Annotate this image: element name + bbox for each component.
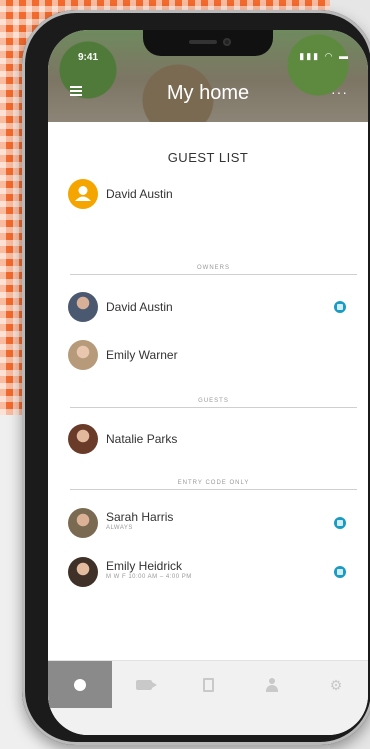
owner-name: David Austin — [106, 300, 173, 314]
entry-schedule: M W F 10:00 AM – 4:00 PM — [106, 574, 192, 580]
home-dot-icon — [74, 679, 86, 691]
guest-list-title: GUEST LIST — [167, 150, 249, 165]
entry-name: Emily Heidrick — [106, 559, 183, 573]
notch — [143, 30, 273, 56]
home-indicator — [48, 708, 368, 735]
more-icon[interactable]: ··· — [331, 84, 348, 100]
phone-screen: 9:41 ▮▮▮ ◠ ▬ My home ··· GUEST LIST Davi… — [48, 30, 368, 735]
entry-name: Sarah Harris — [106, 510, 174, 524]
entry-row[interactable]: Emily Heidrick M W F 10:00 AM – 4:00 PM — [68, 557, 348, 587]
entry-code-label: ENTRY CODE ONLY — [177, 480, 250, 486]
avatar — [68, 557, 98, 587]
video-camera-icon — [136, 680, 157, 690]
owner-name: Emily Warner — [106, 348, 178, 362]
entry-schedule: ALWAYS — [106, 525, 133, 531]
avatar — [68, 508, 98, 538]
tab-home[interactable] — [48, 661, 112, 709]
guest-list-icon — [265, 678, 279, 692]
message-badge-icon[interactable] — [334, 517, 346, 529]
tab-settings[interactable]: ⚙ — [304, 661, 368, 709]
history-icon — [202, 678, 214, 692]
owner-row[interactable]: Emily Warner — [68, 340, 348, 370]
message-badge-icon[interactable] — [334, 566, 346, 578]
tab-video[interactable] — [112, 661, 176, 709]
avatar — [68, 292, 98, 322]
message-badge-icon[interactable] — [334, 301, 346, 313]
owner-row[interactable]: David Austin — [68, 292, 348, 322]
status-time: 9:41 — [78, 52, 99, 63]
gear-icon: ⚙ — [329, 676, 343, 693]
tab-history[interactable] — [176, 661, 240, 709]
owners-label: OWNERS — [197, 265, 230, 271]
primary-user-row[interactable]: David Austin — [68, 179, 348, 209]
entry-row[interactable]: Sarah Harris ALWAYS — [68, 508, 348, 538]
avatar — [68, 424, 98, 454]
primary-user-name: David Austin — [106, 187, 173, 201]
user-icon — [68, 179, 98, 209]
speaker — [189, 40, 217, 44]
page-title: My home — [166, 82, 250, 104]
guest-row[interactable]: Natalie Parks — [68, 424, 348, 454]
status-icons: ▮▮▮ ◠ ▬ — [299, 51, 350, 61]
owners-divider — [70, 274, 357, 275]
entry-code-divider — [70, 489, 357, 490]
guests-divider — [70, 407, 357, 408]
tab-guests[interactable] — [240, 661, 304, 709]
guest-name: Natalie Parks — [106, 432, 178, 446]
front-camera — [223, 38, 231, 46]
tab-bar: ⚙ — [48, 660, 368, 709]
avatar — [68, 340, 98, 370]
guests-label: GUESTS — [198, 398, 229, 404]
